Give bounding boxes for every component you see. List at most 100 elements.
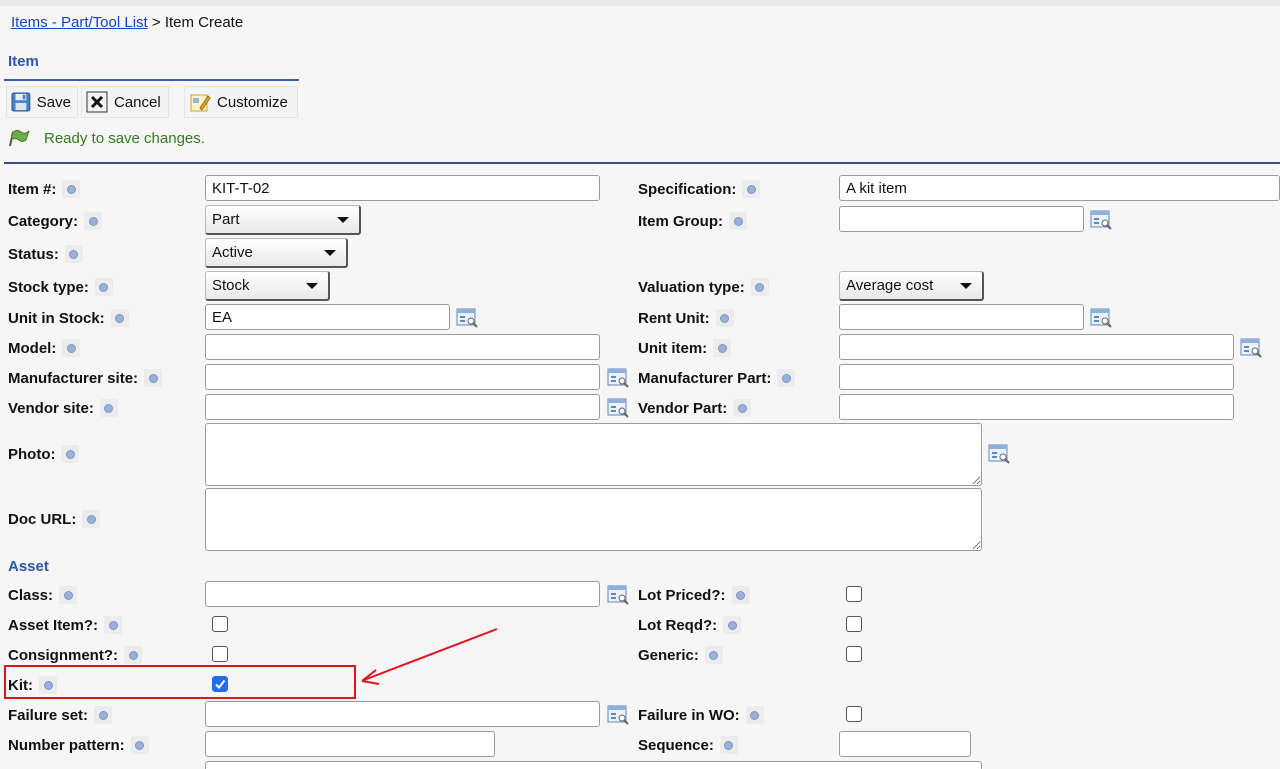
lookup-icon[interactable] bbox=[607, 367, 629, 389]
help-icon[interactable] bbox=[750, 278, 769, 296]
help-icon[interactable] bbox=[61, 445, 80, 463]
kit-label: Kit: bbox=[8, 675, 57, 695]
lookup-icon[interactable] bbox=[1090, 209, 1112, 231]
help-icon[interactable] bbox=[64, 245, 83, 263]
asset-item-checkbox[interactable] bbox=[212, 616, 228, 632]
status-label-text: Status: bbox=[8, 245, 59, 263]
failure-in-wo-checkbox[interactable] bbox=[846, 706, 862, 722]
help-icon[interactable] bbox=[731, 586, 750, 604]
help-icon[interactable] bbox=[733, 399, 752, 417]
item-no-label: Item #: bbox=[8, 179, 81, 199]
form-divider bbox=[4, 162, 1280, 164]
lookup-icon[interactable] bbox=[988, 443, 1010, 465]
arrow-annotation bbox=[361, 628, 498, 685]
help-icon[interactable] bbox=[59, 586, 78, 604]
category-value: Part bbox=[212, 211, 240, 228]
chevron-down-icon bbox=[324, 250, 336, 256]
class-label: Class: bbox=[8, 585, 78, 605]
failure-set-input[interactable] bbox=[205, 701, 600, 727]
category-select[interactable]: Part bbox=[205, 205, 361, 235]
failure-in-wo-label: Failure in WO: bbox=[638, 705, 764, 725]
help-icon[interactable] bbox=[742, 180, 761, 198]
lookup-icon[interactable] bbox=[607, 397, 629, 419]
help-icon[interactable] bbox=[104, 616, 123, 634]
specification-label: Specification: bbox=[638, 179, 761, 199]
help-icon[interactable] bbox=[777, 369, 796, 387]
help-icon[interactable] bbox=[713, 339, 732, 357]
help-icon[interactable] bbox=[729, 212, 747, 230]
generic-checkbox[interactable] bbox=[846, 646, 862, 662]
class-input[interactable] bbox=[205, 581, 600, 607]
consignment-label: Consignment?: bbox=[8, 645, 142, 665]
asset-item-label: Asset Item?: bbox=[8, 615, 123, 635]
section-divider bbox=[4, 79, 299, 81]
status-select[interactable]: Active bbox=[205, 238, 348, 268]
help-icon[interactable] bbox=[94, 278, 113, 296]
unit-item-label: Unit item: bbox=[638, 338, 732, 358]
lot-priced-checkbox[interactable] bbox=[846, 586, 862, 602]
consignment-checkbox[interactable] bbox=[212, 646, 228, 662]
breadcrumb: Items - Part/Tool List > Item Create bbox=[11, 14, 243, 31]
lot-priced-label-text: Lot Priced?: bbox=[638, 586, 726, 604]
lookup-icon[interactable] bbox=[1240, 337, 1262, 359]
help-icon[interactable] bbox=[84, 212, 103, 230]
top-strip bbox=[0, 0, 1280, 6]
cancel-button[interactable]: Cancel bbox=[81, 86, 169, 118]
vendor-part-label-text: Vendor Part: bbox=[638, 399, 728, 417]
status-message: Ready to save changes. bbox=[8, 128, 205, 148]
item-group-label-text: Item Group: bbox=[638, 212, 723, 230]
item-group-input[interactable] bbox=[839, 206, 1084, 232]
next-field-partial[interactable] bbox=[205, 761, 982, 769]
lookup-icon[interactable] bbox=[456, 307, 478, 329]
vendor-site-input[interactable] bbox=[205, 394, 600, 420]
model-input[interactable] bbox=[205, 334, 600, 360]
breadcrumb-link-items[interactable]: Items - Part/Tool List bbox=[11, 14, 148, 31]
lookup-icon[interactable] bbox=[607, 704, 629, 726]
vendor-part-input[interactable] bbox=[839, 394, 1234, 420]
help-icon[interactable] bbox=[94, 706, 113, 724]
manufacturer-part-label: Manufacturer Part: bbox=[638, 368, 796, 388]
help-icon[interactable] bbox=[723, 616, 742, 634]
status-label: Status: bbox=[8, 244, 83, 264]
help-icon[interactable] bbox=[704, 646, 723, 664]
stock-type-select[interactable]: Stock bbox=[205, 271, 330, 301]
specification-input[interactable] bbox=[839, 175, 1280, 201]
help-icon[interactable] bbox=[124, 646, 142, 664]
help-icon[interactable] bbox=[715, 309, 734, 327]
doc-url-textarea[interactable] bbox=[205, 488, 982, 551]
unit-in-stock-input[interactable] bbox=[205, 304, 450, 330]
help-icon[interactable] bbox=[719, 736, 738, 754]
failure-set-label: Failure set: bbox=[8, 705, 113, 725]
sequence-input[interactable] bbox=[839, 731, 971, 757]
customize-icon bbox=[190, 94, 211, 112]
help-icon[interactable] bbox=[110, 309, 129, 327]
help-icon[interactable] bbox=[82, 510, 101, 528]
valuation-type-select[interactable]: Average cost bbox=[839, 271, 984, 301]
kit-checkbox[interactable] bbox=[212, 676, 228, 692]
customize-button[interactable]: Customize bbox=[184, 86, 298, 118]
model-label: Model: bbox=[8, 338, 81, 358]
help-icon[interactable] bbox=[144, 369, 163, 387]
save-button[interactable]: Save bbox=[6, 86, 78, 118]
unit-item-input[interactable] bbox=[839, 334, 1234, 360]
number-pattern-input[interactable] bbox=[205, 731, 495, 757]
save-icon bbox=[11, 92, 31, 112]
photo-textarea[interactable] bbox=[205, 423, 982, 486]
help-icon[interactable] bbox=[130, 736, 149, 754]
help-icon[interactable] bbox=[99, 399, 118, 417]
valuation-type-label: Valuation type: bbox=[638, 277, 769, 297]
item-no-input[interactable] bbox=[205, 175, 600, 201]
manufacturer-part-input[interactable] bbox=[839, 364, 1234, 390]
help-icon[interactable] bbox=[62, 339, 81, 357]
rent-unit-label: Rent Unit: bbox=[638, 308, 734, 328]
help-icon[interactable] bbox=[745, 706, 764, 724]
manufacturer-site-input[interactable] bbox=[205, 364, 600, 390]
lot-reqd-checkbox[interactable] bbox=[846, 616, 862, 632]
lookup-icon[interactable] bbox=[1090, 307, 1112, 329]
stock-type-label-text: Stock type: bbox=[8, 278, 89, 296]
help-icon[interactable] bbox=[62, 180, 81, 198]
help-icon[interactable] bbox=[39, 676, 57, 694]
rent-unit-input[interactable] bbox=[839, 304, 1084, 330]
lookup-icon[interactable] bbox=[607, 584, 629, 606]
cancel-label: Cancel bbox=[114, 93, 161, 111]
